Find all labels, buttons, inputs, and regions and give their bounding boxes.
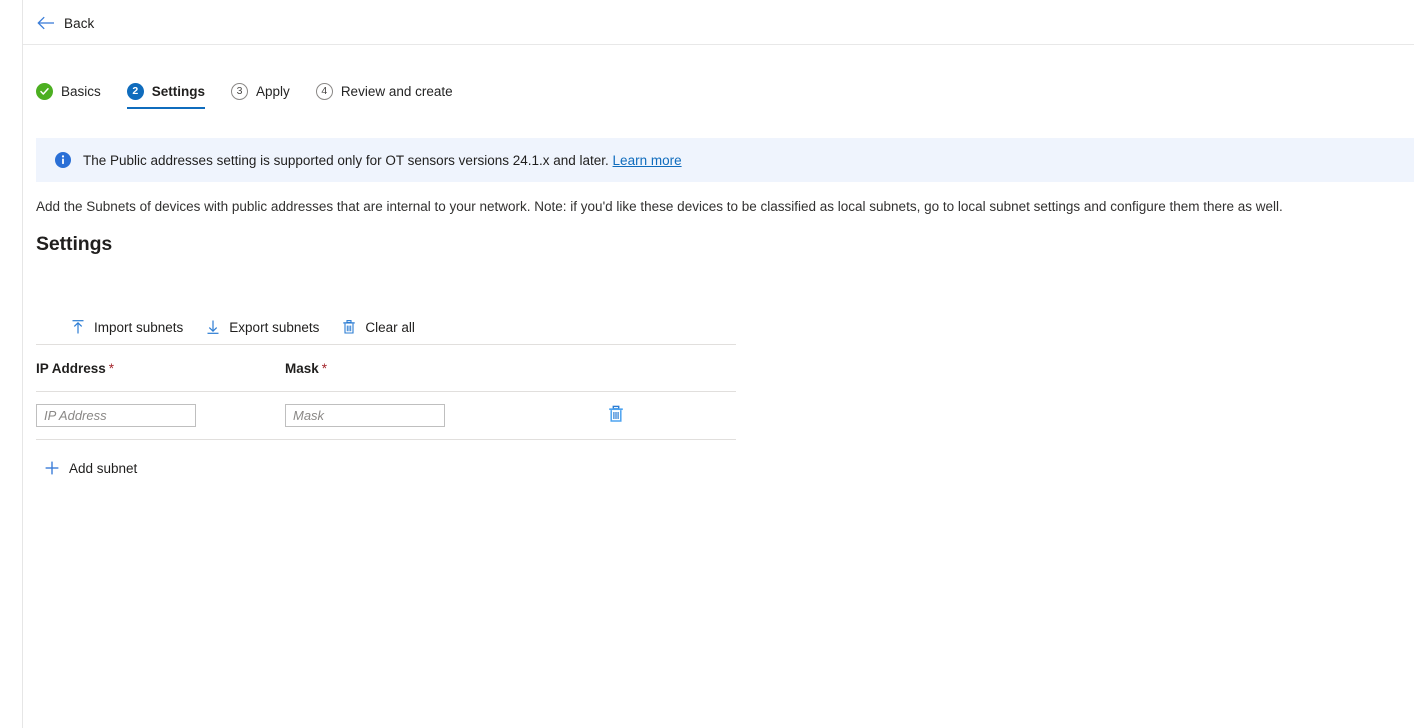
step-completed-check-icon	[36, 83, 53, 100]
back-button[interactable]: Back	[31, 10, 100, 36]
upload-icon	[70, 319, 86, 335]
column-header-ip-address: IP Address*	[36, 361, 285, 376]
add-subnet-button[interactable]: Add subnet	[44, 453, 174, 483]
arrow-left-icon	[37, 16, 55, 30]
clear-all-button[interactable]: Clear all	[333, 312, 423, 342]
add-subnet-label: Add subnet	[69, 461, 137, 476]
mask-input[interactable]	[285, 404, 445, 427]
ip-address-input[interactable]	[36, 404, 196, 427]
delete-row-trash-icon[interactable]	[606, 412, 626, 427]
step-number-badge-3: 3	[231, 83, 248, 100]
subnets-toolbar: Import subnets Export subnets	[36, 310, 736, 345]
page-title: Settings	[36, 233, 112, 256]
subnets-table-header: IP Address* Mask*	[36, 345, 736, 392]
wizard-step-label-basics: Basics	[61, 84, 101, 99]
column-header-ip-address-label: IP Address	[36, 361, 106, 376]
required-marker-ip: *	[109, 361, 114, 376]
info-banner: The Public addresses setting is supporte…	[36, 138, 1414, 182]
import-subnets-button[interactable]: Import subnets	[62, 312, 191, 342]
step-number-badge-4: 4	[316, 83, 333, 100]
wizard-step-apply[interactable]: 3 Apply	[231, 83, 302, 109]
top-command-bar: Back	[23, 0, 1414, 45]
import-subnets-label: Import subnets	[94, 320, 183, 335]
trash-icon	[341, 319, 357, 335]
export-subnets-label: Export subnets	[229, 320, 319, 335]
required-marker-mask: *	[322, 361, 327, 376]
wizard-step-settings[interactable]: 2 Settings	[127, 83, 217, 109]
info-icon	[55, 152, 71, 168]
info-banner-message: The Public addresses setting is supporte…	[83, 153, 609, 168]
back-label: Back	[64, 16, 94, 31]
plus-icon	[44, 460, 60, 476]
wizard-step-review-and-create[interactable]: 4 Review and create	[316, 83, 465, 109]
wizard-step-label-apply: Apply	[256, 84, 290, 99]
wizard-step-basics[interactable]: Basics	[36, 83, 113, 109]
wizard-steps: Basics 2 Settings 3 Apply 4 Review and c…	[36, 83, 465, 109]
learn-more-link[interactable]: Learn more	[613, 153, 682, 168]
cell-mask	[285, 404, 534, 427]
export-subnets-button[interactable]: Export subnets	[197, 312, 327, 342]
wizard-step-label-review: Review and create	[341, 84, 453, 99]
column-header-mask: Mask*	[285, 361, 534, 376]
table-row	[36, 392, 736, 440]
cell-ip-address	[36, 404, 285, 427]
wizard-step-label-settings: Settings	[152, 84, 205, 99]
left-rail-divider	[22, 0, 23, 728]
page-description: Add the Subnets of devices with public a…	[36, 199, 1286, 215]
cell-actions	[534, 404, 654, 427]
subnets-panel: Import subnets Export subnets	[36, 310, 736, 483]
step-number-badge-2: 2	[127, 83, 144, 100]
clear-all-label: Clear all	[365, 320, 415, 335]
column-header-mask-label: Mask	[285, 361, 319, 376]
download-icon	[205, 319, 221, 335]
